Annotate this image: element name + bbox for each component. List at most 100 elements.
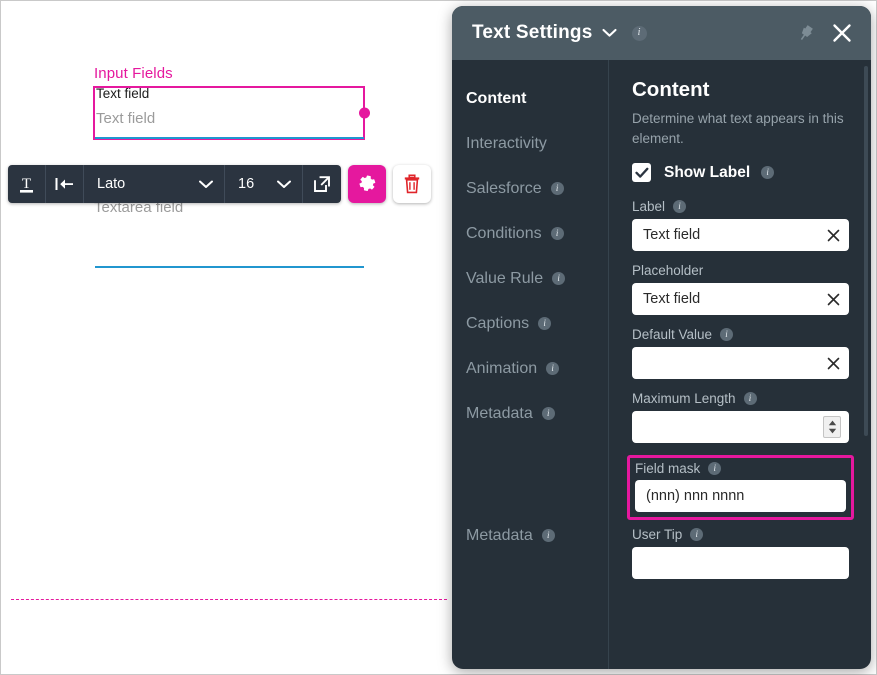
nav-item-label: Captions (466, 314, 530, 332)
nav-item-conditions[interactable]: Conditions i (452, 211, 608, 256)
info-icon[interactable]: i (546, 362, 560, 375)
field-label-text: Maximum Length (632, 391, 736, 407)
text-format-icon[interactable]: T (8, 165, 46, 203)
chevron-down-icon[interactable] (601, 28, 617, 38)
canvas-text-field-label: Text field (96, 86, 150, 101)
field-label-text: Placeholder (632, 263, 704, 279)
external-link-icon[interactable] (303, 165, 341, 203)
font-size-select[interactable]: 16 (225, 165, 303, 203)
nav-item-captions[interactable]: Captions i (452, 301, 608, 346)
info-icon[interactable]: i (541, 407, 555, 420)
user-tip-input[interactable] (632, 547, 849, 580)
info-icon[interactable]: i (761, 166, 775, 180)
field-group-user-tip: User Tip i (632, 527, 849, 580)
nav-item-label: Salesforce (466, 179, 542, 197)
element-toolbar[interactable]: T Lato 16 (8, 165, 431, 203)
nav-item-salesforce[interactable]: Salesforce i (452, 166, 608, 211)
clear-icon[interactable] (823, 353, 843, 373)
nav-item-label: Conditions (466, 224, 542, 242)
label-input[interactable]: Text field (632, 219, 849, 252)
nav-item-animation[interactable]: Animation i (452, 346, 608, 391)
label-input-value: Text field (643, 227, 701, 244)
nav-item-interactivity[interactable]: Interactivity (452, 121, 608, 166)
toolbar-group: T Lato 16 (8, 165, 341, 203)
panel-header: Text Settings i (452, 6, 871, 60)
info-icon[interactable]: i (541, 529, 555, 542)
nav-item-label: Content (466, 89, 527, 107)
resize-handle-right[interactable] (359, 107, 370, 119)
input-fields-group-title: Input Fields (94, 65, 173, 82)
nav-item-metadata[interactable]: Metadata i (452, 391, 608, 436)
info-icon[interactable]: i (552, 272, 566, 285)
info-icon[interactable]: i (550, 227, 564, 240)
number-stepper[interactable] (823, 416, 841, 439)
canvas-text-field-underline (95, 137, 364, 139)
info-icon[interactable]: i (550, 182, 564, 195)
chevron-down-icon (199, 180, 213, 189)
canvas-textarea-field-underline (95, 266, 364, 268)
nav-item-metadata-secondary[interactable]: Metadata i (452, 513, 608, 558)
nav-item-label: Metadata (466, 526, 533, 544)
canvas-text-field-placeholder[interactable]: Text field (96, 110, 155, 127)
nav-item-value-rule[interactable]: Value Rule i (452, 256, 608, 301)
svg-text:T: T (22, 176, 31, 192)
clear-icon[interactable] (823, 289, 843, 309)
maximum-length-input[interactable] (632, 411, 849, 444)
panel-body: Content Interactivity Salesforce i Condi… (452, 60, 871, 669)
nav-item-label: Animation (466, 359, 538, 377)
field-label-text: Field mask (635, 461, 701, 477)
field-label: Label i (632, 199, 849, 214)
panel-scrollbar[interactable] (864, 66, 868, 626)
placeholder-input[interactable]: Text field (632, 283, 849, 316)
indent-left-icon[interactable] (46, 165, 84, 203)
field-label-text: User Tip (632, 527, 683, 543)
nav-item-label: Value Rule (466, 269, 544, 287)
placeholder-input-value: Text field (643, 291, 701, 308)
panel-title: Text Settings (472, 22, 593, 43)
show-label-row[interactable]: Show Label i (632, 163, 849, 183)
font-family-select[interactable]: Lato (84, 165, 225, 203)
field-mask-input[interactable]: (nnn) nnn nnnn (635, 480, 846, 513)
gear-icon[interactable] (348, 165, 386, 203)
chevron-down-icon (277, 180, 291, 189)
info-icon[interactable]: i (720, 328, 734, 342)
font-size-value: 16 (238, 176, 255, 192)
field-group-placeholder: Placeholder Text field (632, 263, 849, 316)
info-icon[interactable]: i (708, 462, 722, 476)
info-icon[interactable]: i (690, 528, 704, 542)
field-group-maximum-length: Maximum Length i (632, 391, 849, 444)
field-label: Placeholder (632, 263, 849, 278)
info-icon[interactable]: i (538, 317, 552, 330)
field-label: Default Value i (632, 327, 849, 342)
field-group-field-mask: Field mask i (nnn) nnn nnnn (627, 455, 854, 521)
field-label: Maximum Length i (632, 391, 849, 406)
scrollbar-thumb[interactable] (864, 66, 868, 436)
field-label-text: Default Value (632, 327, 713, 343)
canvas-alignment-guide (11, 599, 447, 600)
trash-icon[interactable] (393, 165, 431, 203)
nav-item-label: Metadata (466, 404, 533, 422)
field-group-default-value: Default Value i (632, 327, 849, 380)
panel-main: Content Determine what text appears in t… (609, 60, 871, 669)
clear-icon[interactable] (823, 225, 843, 245)
app-root: Input Fields Text field Text field Texta… (0, 0, 877, 675)
field-mask-input-value: (nnn) nnn nnnn (646, 488, 745, 505)
font-family-value: Lato (97, 176, 126, 192)
close-icon[interactable] (828, 19, 856, 47)
field-group-label: Label i Text field (632, 199, 849, 252)
field-label-text: Label (632, 199, 666, 215)
info-icon[interactable]: i (673, 200, 687, 214)
content-section-title: Content (632, 78, 710, 101)
show-label-checkbox[interactable] (632, 163, 651, 183)
pin-icon[interactable] (792, 19, 820, 47)
field-label: Field mask i (635, 461, 846, 476)
field-label: User Tip i (632, 527, 849, 542)
nav-item-label: Interactivity (466, 134, 547, 152)
panel-info-icon[interactable]: i (631, 25, 647, 41)
content-section-description: Determine what text appears in this elem… (632, 111, 844, 146)
default-value-input[interactable] (632, 347, 849, 380)
nav-item-content[interactable]: Content (452, 76, 608, 121)
show-label-text: Show Label (664, 163, 751, 181)
panel-nav: Content Interactivity Salesforce i Condi… (452, 60, 609, 669)
info-icon[interactable]: i (743, 392, 757, 406)
